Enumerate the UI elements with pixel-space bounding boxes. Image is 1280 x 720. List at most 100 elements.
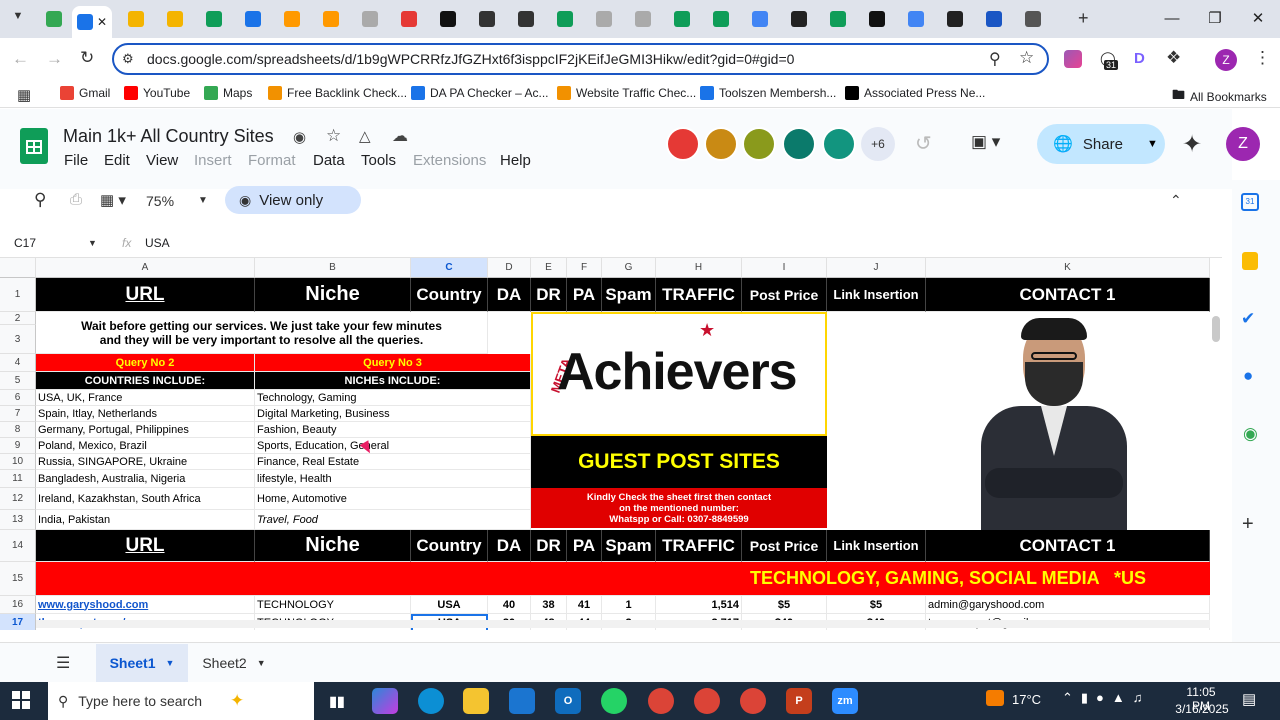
pen-extension-icon[interactable] xyxy=(1064,50,1082,68)
niches-title[interactable]: NICHEs INCLUDE: xyxy=(255,372,531,390)
row-link-insertion[interactable]: $5 xyxy=(827,596,926,614)
browser-tab-19[interactable] xyxy=(744,6,776,32)
niche-list-item[interactable]: Home, Automotive xyxy=(255,488,531,510)
maps-icon[interactable]: ◉ xyxy=(1243,424,1258,444)
row-dr[interactable]: 38 xyxy=(531,596,567,614)
row-header-5[interactable]: 5 xyxy=(0,372,36,390)
row-header-6[interactable]: 6 xyxy=(0,390,36,406)
header-url[interactable]: URL xyxy=(36,530,255,562)
menu-file[interactable]: File xyxy=(64,152,88,169)
menu-format[interactable]: Format xyxy=(248,152,296,169)
row-header-4[interactable]: 4 xyxy=(0,354,36,372)
browser-tab-16[interactable] xyxy=(627,6,659,32)
maximize-button[interactable]: ❐ xyxy=(1195,8,1235,30)
countries-title[interactable]: COUNTRIES INCLUDE: xyxy=(36,372,255,390)
bookmark-star-icon[interactable]: ☆ xyxy=(1019,48,1034,68)
menu-insert[interactable]: Insert xyxy=(194,152,232,169)
row-traffic[interactable]: 1,514 xyxy=(656,596,742,614)
header-contact-1[interactable]: CONTACT 1 xyxy=(926,278,1210,312)
sheet2-dropdown-icon[interactable]: ▼ xyxy=(257,658,266,668)
column-header-b[interactable]: B xyxy=(255,258,411,278)
browser-tab-7[interactable] xyxy=(276,6,308,32)
browser-tab-21[interactable] xyxy=(822,6,854,32)
browser-tab-22[interactable] xyxy=(861,6,893,32)
row-header-11[interactable]: 11 xyxy=(0,470,36,488)
browser-tab-11[interactable] xyxy=(432,6,464,32)
menu-edit[interactable]: Edit xyxy=(104,152,130,169)
browser-menu-icon[interactable]: ⋮ xyxy=(1254,48,1271,68)
browser-tab-10[interactable] xyxy=(393,6,425,32)
tray-icons[interactable]: ⌃▮●▲♫ xyxy=(1062,690,1151,706)
niche-list-item[interactable]: Digital Marketing, Business xyxy=(255,406,531,422)
name-box-dropdown-icon[interactable]: ▼ xyxy=(88,238,97,248)
new-tab-button[interactable]: + xyxy=(1078,8,1089,29)
view-only-button[interactable]: ◉ View only xyxy=(225,186,361,214)
tasks-icon[interactable]: ✔ xyxy=(1241,309,1255,329)
column-header-g[interactable]: G xyxy=(602,258,656,278)
header-niche[interactable]: Niche xyxy=(255,530,411,562)
row-header-9[interactable]: 9 xyxy=(0,438,36,454)
notifications-icon[interactable]: ▤ xyxy=(1242,690,1256,708)
niche-list-item[interactable]: Sports, Education, General xyxy=(255,438,531,454)
browser-tab-12[interactable] xyxy=(471,6,503,32)
query3-label[interactable]: Query No 3 xyxy=(255,354,531,372)
header-country[interactable]: Country xyxy=(411,530,488,562)
row-header-12[interactable]: 12 xyxy=(0,488,36,510)
row-niche[interactable]: TECHNOLOGY xyxy=(255,596,411,614)
browser-tab-1[interactable] xyxy=(38,6,70,32)
browser-tab-20[interactable] xyxy=(783,6,815,32)
menu-data[interactable]: Data xyxy=(313,152,345,169)
column-header-d[interactable]: D xyxy=(488,258,531,278)
menu-help[interactable]: Help xyxy=(500,152,531,169)
search-menus-icon[interactable]: ⚲ xyxy=(34,190,46,210)
browser-tab-13[interactable] xyxy=(510,6,542,32)
column-header-h[interactable]: H xyxy=(656,258,742,278)
temperature[interactable]: 17°C xyxy=(1012,692,1041,707)
menu-extensions[interactable]: Extensions xyxy=(413,152,486,169)
chrome-icon-3[interactable] xyxy=(740,688,766,714)
header-spam[interactable]: Spam xyxy=(602,530,656,562)
section-banner[interactable]: TECHNOLOGY, GAMING, SOCIAL MEDIA *US xyxy=(36,562,1210,596)
minimize-button[interactable]: — xyxy=(1152,8,1192,30)
meet-icon[interactable]: ▣ ▾ xyxy=(971,132,1000,152)
zoom-select[interactable]: 75% xyxy=(146,193,174,209)
header-link-insertion[interactable]: Link Insertion xyxy=(827,278,926,312)
calendar-icon[interactable]: 31 xyxy=(1241,193,1259,211)
column-header-k[interactable]: K xyxy=(926,258,1210,278)
browser-tab-15[interactable] xyxy=(588,6,620,32)
column-header-i[interactable]: I xyxy=(742,258,827,278)
forward-icon[interactable]: → xyxy=(46,49,63,69)
collaborator-avatar-4[interactable] xyxy=(782,127,816,161)
share-button[interactable]: 🌐 Share ▼ xyxy=(1037,124,1165,164)
header-dr[interactable]: DR xyxy=(531,278,567,312)
star-icon[interactable]: ☆ xyxy=(326,126,341,146)
country-list-item[interactable]: Bangladesh, Australia, Nigeria xyxy=(36,470,255,488)
row-header-8[interactable]: 8 xyxy=(0,422,36,438)
row-header-10[interactable]: 10 xyxy=(0,454,36,470)
niche-list-item[interactable]: Technology, Gaming xyxy=(255,390,531,406)
name-box[interactable]: C17 xyxy=(14,236,36,250)
browser-tab-2[interactable]: ✕ xyxy=(72,6,112,38)
header-traffic[interactable]: TRAFFIC xyxy=(656,278,742,312)
label-icon[interactable]: ◉ xyxy=(293,128,306,146)
task-view-icon[interactable]: ▮▮ xyxy=(324,688,350,714)
browser-tab-23[interactable] xyxy=(900,6,932,32)
column-header-c[interactable]: C xyxy=(411,258,488,278)
cloud-status-icon[interactable]: ☁ xyxy=(392,126,408,146)
collaborator-avatar-3[interactable] xyxy=(742,127,776,161)
menu-tools[interactable]: Tools xyxy=(361,152,396,169)
country-list-item[interactable]: Spain, Itlay, Netherlands xyxy=(36,406,255,422)
chrome-icon-2[interactable] xyxy=(694,688,720,714)
row-pa[interactable]: 41 xyxy=(567,596,602,614)
header-post-price[interactable]: Post Price xyxy=(742,530,827,562)
bookmark-7[interactable]: Toolszen Membersh... xyxy=(700,86,836,100)
header-da[interactable]: DA xyxy=(488,278,531,312)
share-dropdown-icon[interactable]: ▼ xyxy=(1147,138,1158,150)
formula-input[interactable]: USA xyxy=(145,236,170,250)
collaborator-avatar-1[interactable] xyxy=(666,127,700,161)
header-contact-1[interactable]: CONTACT 1 xyxy=(926,530,1210,562)
row-da[interactable]: 40 xyxy=(488,596,531,614)
copilot-icon[interactable] xyxy=(372,688,398,714)
extensions-puzzle-icon[interactable]: ❖ xyxy=(1166,48,1181,68)
row-post-price[interactable]: $5 xyxy=(742,596,827,614)
